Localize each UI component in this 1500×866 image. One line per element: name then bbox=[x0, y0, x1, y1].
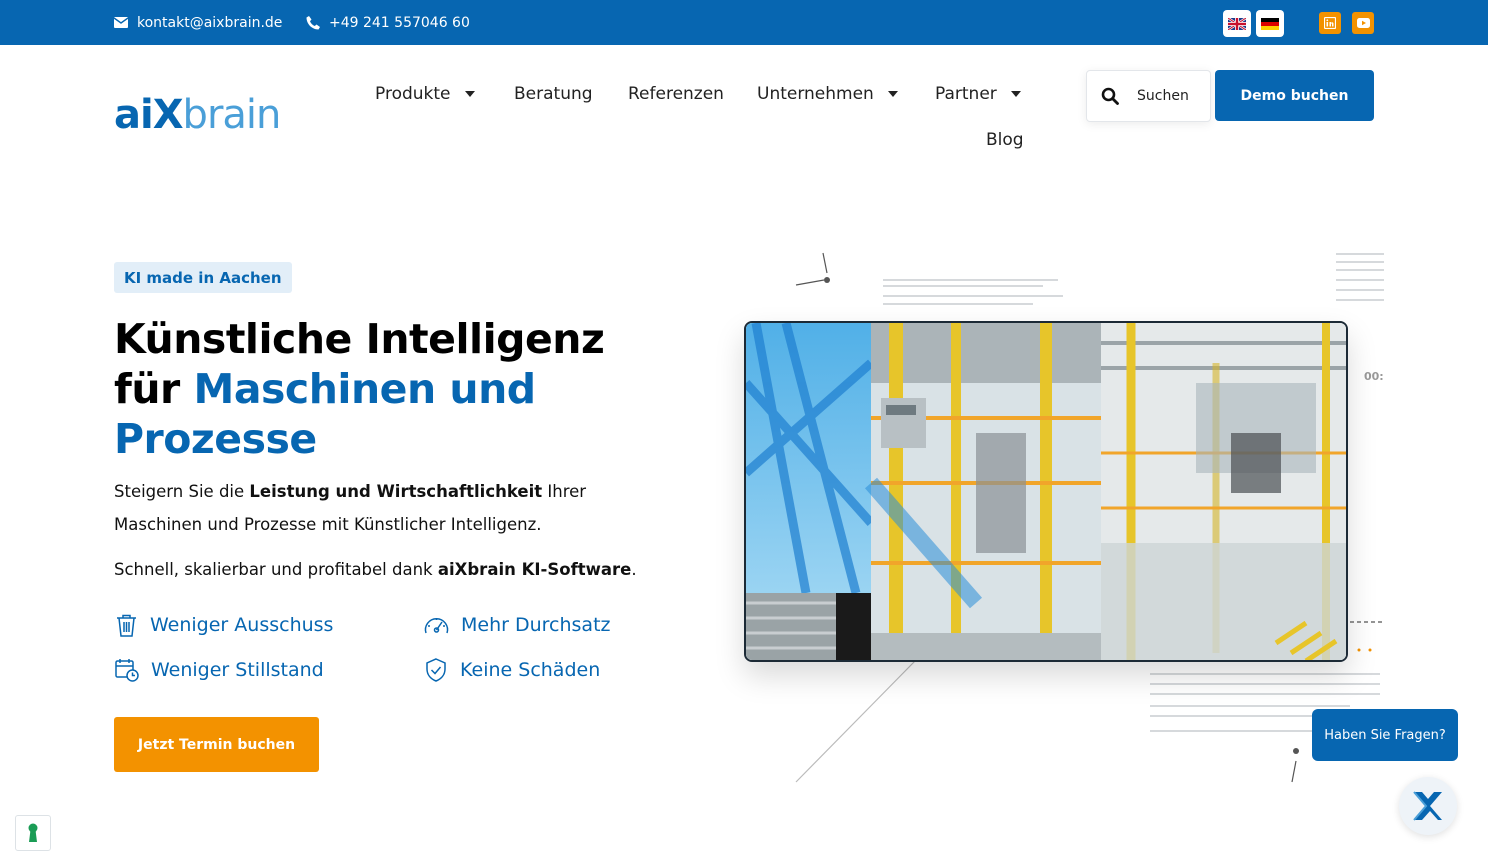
hero-badge: KI made in Aachen bbox=[114, 262, 292, 293]
germany-flag-icon bbox=[1261, 17, 1279, 30]
search-label: Suchen bbox=[1137, 88, 1189, 104]
chat-launcher-button[interactable] bbox=[1399, 777, 1457, 835]
demo-button[interactable]: Demo buchen bbox=[1215, 70, 1374, 121]
hero-industrial-image bbox=[744, 321, 1348, 662]
feature-mehr-durchsatz: Mehr Durchsatz bbox=[423, 611, 611, 639]
feature-keine-schaeden: Keine Schäden bbox=[423, 656, 600, 684]
feature-label: Mehr Durchsatz bbox=[461, 614, 611, 636]
lead2-pre: Schnell, skalierbar und profitabel dank bbox=[114, 560, 438, 579]
calendar-clock-icon bbox=[115, 659, 139, 682]
hero-lead-2: Schnell, skalierbar und profitabel dank … bbox=[114, 555, 674, 585]
headline-line-3-highlight: Prozesse bbox=[114, 415, 317, 463]
timestamp-label: 00: bbox=[1364, 370, 1384, 383]
lead2-post: . bbox=[631, 560, 637, 579]
nav-beratung[interactable]: Beratung bbox=[514, 82, 593, 106]
speedometer-icon bbox=[424, 617, 449, 633]
language-en-button[interactable] bbox=[1223, 10, 1251, 37]
nav-produkte[interactable]: Produkte bbox=[375, 82, 475, 106]
nav-referenzen-label: Referenzen bbox=[628, 84, 724, 104]
feature-weniger-ausschuss: Weniger Ausschuss bbox=[114, 611, 333, 639]
nav-partner[interactable]: Partner bbox=[935, 82, 1021, 106]
headline-line-2-prefix: für bbox=[114, 365, 194, 413]
aixbrain-x-icon bbox=[1413, 791, 1442, 821]
email-link[interactable]: kontakt@aixbrain.de bbox=[114, 0, 282, 45]
chevron-down-icon bbox=[887, 91, 898, 97]
chevron-down-icon bbox=[464, 91, 475, 97]
nav-produkte-label: Produkte bbox=[375, 84, 451, 104]
hero-headline: Künstliche Intelligenz für Maschinen und… bbox=[114, 314, 674, 464]
phone-text: +49 241 557046 60 bbox=[329, 14, 470, 31]
envelope-icon bbox=[114, 17, 128, 28]
feature-label: Weniger Stillstand bbox=[151, 659, 324, 681]
uk-flag-icon bbox=[1228, 17, 1246, 30]
logo-text-brain: brain bbox=[182, 92, 282, 138]
chevron-down-icon bbox=[1010, 91, 1021, 97]
headline-line-1: Künstliche Intelligenz bbox=[114, 315, 605, 363]
nav-unternehmen-label: Unternehmen bbox=[757, 84, 874, 104]
aixbrain-logo[interactable]: aiXbrain bbox=[114, 92, 282, 138]
lead-pre: Steigern Sie die bbox=[114, 482, 250, 501]
chat-bubble[interactable]: Haben Sie Fragen? bbox=[1312, 709, 1458, 761]
nav-blog-label: Blog bbox=[986, 130, 1024, 150]
feature-label: Weniger Ausschuss bbox=[150, 614, 334, 636]
headline-line-2-highlight: Maschinen und bbox=[193, 365, 537, 413]
nav-unternehmen[interactable]: Unternehmen bbox=[757, 82, 898, 106]
search-icon bbox=[1101, 87, 1119, 105]
linkedin-button[interactable] bbox=[1319, 12, 1341, 34]
youtube-button[interactable] bbox=[1352, 12, 1374, 34]
feature-weniger-stillstand: Weniger Stillstand bbox=[114, 656, 324, 684]
nav-blog[interactable]: Blog bbox=[986, 128, 1024, 152]
logo-text-x: X bbox=[152, 92, 184, 138]
youtube-icon bbox=[1356, 18, 1370, 28]
shield-check-icon bbox=[426, 658, 446, 682]
linkedin-icon bbox=[1324, 17, 1336, 29]
book-appointment-button[interactable]: Jetzt Termin buchen bbox=[114, 717, 319, 772]
search-button[interactable]: Suchen bbox=[1086, 70, 1211, 122]
phone-link[interactable]: +49 241 557046 60 bbox=[306, 0, 470, 45]
nav-beratung-label: Beratung bbox=[514, 84, 593, 104]
lead2-bold: aiXbrain KI-Software bbox=[437, 560, 632, 579]
feature-label: Keine Schäden bbox=[460, 659, 601, 681]
language-de-button[interactable] bbox=[1256, 10, 1284, 37]
cookie-settings-button[interactable] bbox=[15, 815, 51, 851]
hero-lead: Steigern Sie die Leistung und Wirtschaft… bbox=[114, 475, 674, 541]
nav-referenzen[interactable]: Referenzen bbox=[628, 82, 724, 106]
keyhole-icon bbox=[28, 823, 38, 842]
email-text: kontakt@aixbrain.de bbox=[137, 14, 283, 31]
phone-icon bbox=[306, 15, 320, 29]
nav-partner-label: Partner bbox=[935, 84, 997, 104]
logo-text-ai: ai bbox=[114, 92, 154, 138]
lead-bold: Leistung und Wirtschaftlichkeit bbox=[249, 482, 543, 501]
top-bar: kontakt@aixbrain.de +49 241 557046 60 bbox=[0, 0, 1488, 45]
trash-icon bbox=[117, 614, 136, 637]
